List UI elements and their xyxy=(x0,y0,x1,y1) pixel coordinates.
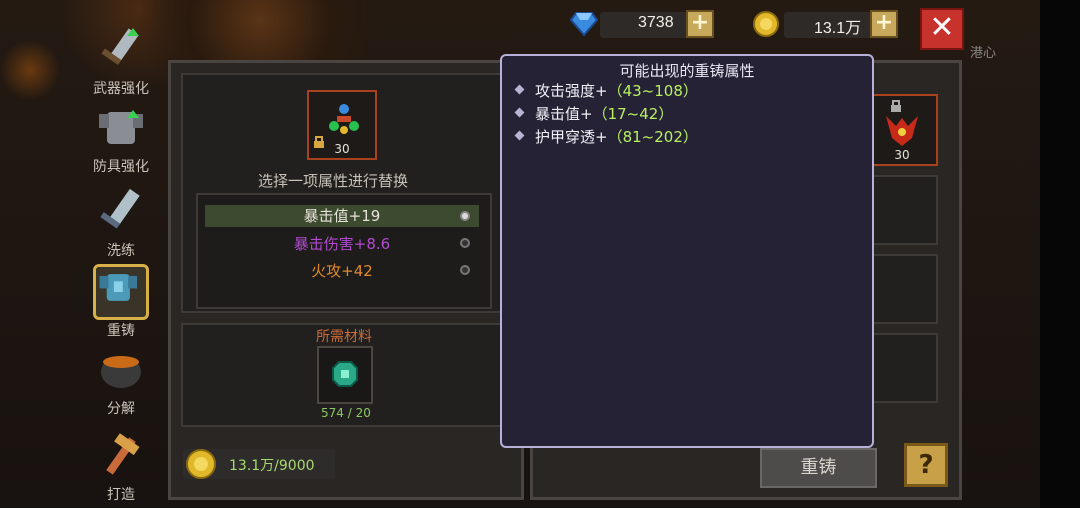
attribute-line: 攻击强度+（43~108） xyxy=(514,80,698,101)
close-button[interactable]: ✕ xyxy=(920,8,964,50)
add-gold-button[interactable]: + xyxy=(870,10,898,38)
gem-icon xyxy=(570,12,598,37)
radio-selected[interactable] xyxy=(460,211,470,221)
reforge-armor-icon xyxy=(93,264,149,320)
right-slot-2 xyxy=(870,254,938,324)
lock-icon xyxy=(891,100,901,112)
nav-weapon-upgrade[interactable]: 武器强化 xyxy=(84,22,158,98)
attribute-line: 护甲穿透+（81~202） xyxy=(514,126,698,147)
instruction-text: 选择一项属性进行替换 xyxy=(258,172,409,190)
gold-counter: 13.1万 + xyxy=(752,9,902,39)
materials-title: 所需材料 xyxy=(316,329,372,345)
cauldron-icon xyxy=(101,356,141,388)
radio-unselected[interactable] xyxy=(460,238,470,248)
corner-label: 港心 xyxy=(970,46,997,61)
bullet-icon xyxy=(514,84,525,95)
cost-bar: 13.1万/9000 xyxy=(183,449,335,479)
result-equipment-slot[interactable]: 30 xyxy=(866,94,938,166)
equipment-slot[interactable]: 30 xyxy=(307,90,377,160)
game-screen: 3738 + 13.1万 + ✕ 港心 武器强化 防具强化 洗练 重铸 分解 打… xyxy=(0,0,1080,508)
material-count: 574 / 20 xyxy=(321,406,371,420)
gem-counter: 3738 + xyxy=(566,9,716,39)
gold-amount: 13.1万 xyxy=(814,20,862,37)
demon-amulet-icon xyxy=(886,116,918,146)
right-slot-3 xyxy=(870,333,938,403)
result-item-count: 30 xyxy=(894,148,910,162)
gem-amount: 3738 xyxy=(638,14,674,31)
nav-forge[interactable]: 打造 xyxy=(84,428,158,504)
nav-disassemble[interactable]: 分解 xyxy=(84,342,158,418)
attribute-option-2[interactable]: 暴击伤害+8.6 xyxy=(205,233,479,255)
nav-refine[interactable]: 洗练 xyxy=(84,184,158,260)
attribute-option-3[interactable]: 火攻+42 xyxy=(205,260,479,282)
armor-upgrade-icon xyxy=(99,110,143,144)
attribute-line: 暴击值+（17~42） xyxy=(514,103,673,124)
reforge-stone-icon xyxy=(332,361,358,387)
help-button[interactable]: ? xyxy=(904,443,948,487)
gold-coin-icon xyxy=(186,449,216,479)
amulet-icon xyxy=(329,104,359,134)
forge-hammer-icon xyxy=(106,433,140,475)
screen-edge xyxy=(1040,0,1080,508)
right-slot-1 xyxy=(870,175,938,245)
bullet-icon xyxy=(514,130,525,141)
cost-text: 13.1万/9000 xyxy=(229,458,315,474)
item-count: 30 xyxy=(334,142,350,156)
reforge-button[interactable]: 重铸 xyxy=(760,448,877,488)
reforge-attributes-popup: 可能出现的重铸属性 攻击强度+（43~108） 暴击值+（17~42） 护甲穿透… xyxy=(500,54,874,448)
nav-reforge[interactable]: 重铸 xyxy=(84,264,158,340)
nav-armor-upgrade[interactable]: 防具强化 xyxy=(84,100,158,176)
sword-upgrade-icon xyxy=(101,28,139,65)
bullet-icon xyxy=(514,107,525,118)
material-slot[interactable] xyxy=(317,346,373,404)
refine-sword-icon xyxy=(100,188,140,229)
radio-unselected[interactable] xyxy=(460,265,470,275)
popup-title: 可能出现的重铸属性 xyxy=(619,62,755,80)
attribute-option-1[interactable]: 暴击值+19 xyxy=(205,205,479,227)
gold-coin-icon xyxy=(753,11,779,37)
add-gems-button[interactable]: + xyxy=(686,10,714,38)
